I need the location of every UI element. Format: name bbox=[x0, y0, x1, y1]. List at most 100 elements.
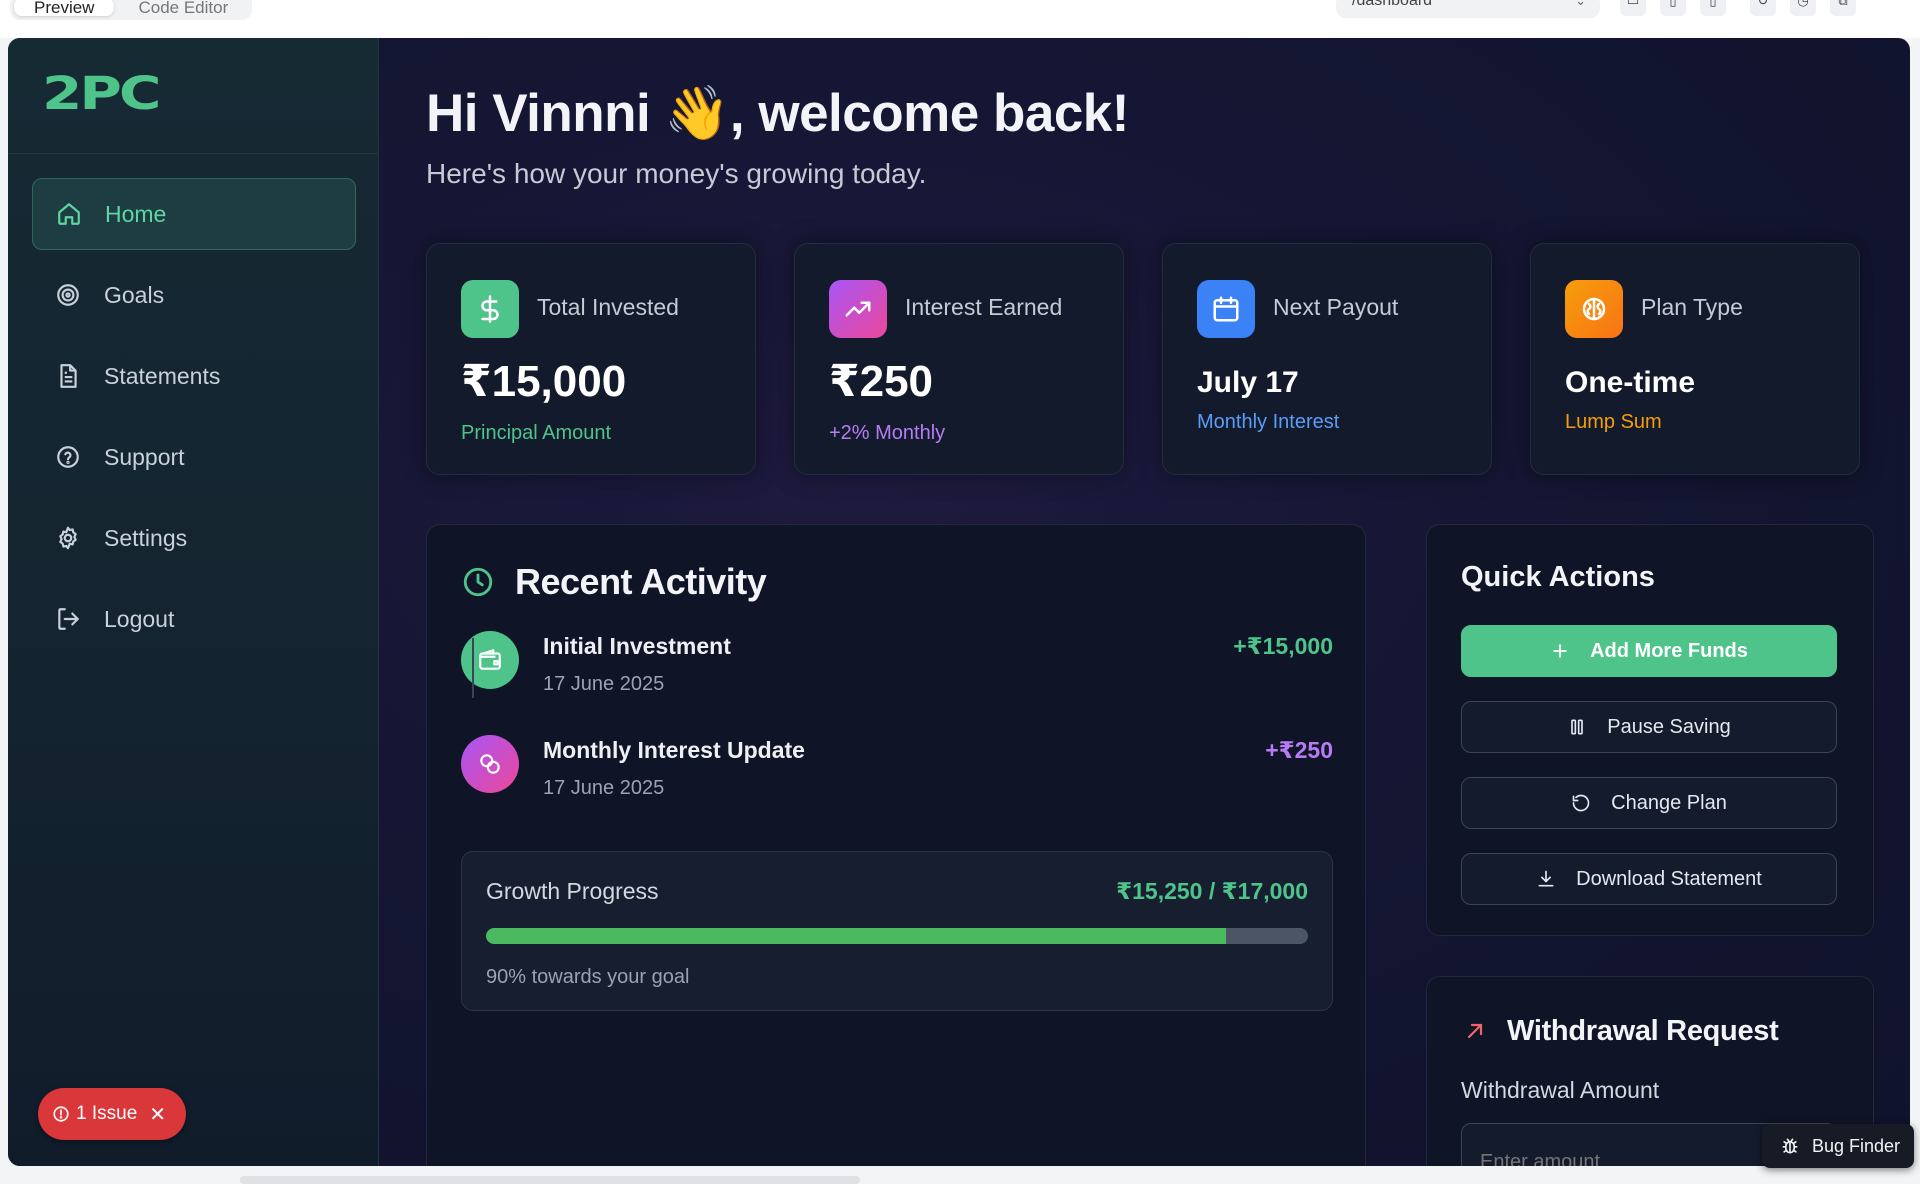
growth-value: ₹15,250 / ₹17,000 bbox=[1116, 878, 1308, 904]
stat-note: Lump Sum bbox=[1565, 411, 1662, 433]
logout-icon bbox=[54, 605, 82, 633]
sidebar-item-label: Logout bbox=[104, 605, 175, 632]
download-statement-button[interactable]: Download Statement bbox=[1461, 853, 1837, 905]
button-label: Pause Saving bbox=[1607, 715, 1731, 738]
button-label: Change Plan bbox=[1611, 791, 1727, 814]
arrow-up-right-icon bbox=[1463, 1019, 1487, 1048]
sidebar-divider bbox=[8, 153, 379, 154]
activity-date: 17 June 2025 bbox=[543, 673, 665, 695]
activity-item: Monthly Interest Update 17 June 2025 +₹2… bbox=[461, 735, 1333, 815]
activity-amount: +₹250 bbox=[1265, 737, 1333, 763]
sidebar-item-statements[interactable]: Statements bbox=[32, 340, 356, 412]
sidebar-item-label: Statements bbox=[104, 362, 221, 389]
stat-note: Monthly Interest bbox=[1197, 411, 1340, 433]
sidebar-item-settings[interactable]: Settings bbox=[32, 502, 356, 574]
horizontal-scrollbar[interactable] bbox=[240, 1176, 860, 1184]
brain-icon bbox=[1565, 280, 1623, 338]
main-content: Hi Vinnni 👋, welcome back! Here's how yo… bbox=[379, 38, 1910, 1166]
sidebar-item-label: Settings bbox=[104, 524, 188, 551]
change-plan-button[interactable]: Change Plan bbox=[1461, 777, 1837, 829]
stat-note: +2% Monthly bbox=[829, 422, 946, 444]
tab-code-editor[interactable]: Code Editor bbox=[118, 0, 248, 17]
page-title: Hi Vinnni 👋, welcome back! bbox=[426, 84, 1129, 143]
activity-name: Monthly Interest Update bbox=[543, 737, 805, 763]
sidebar-item-logout[interactable]: Logout bbox=[32, 583, 356, 655]
target-icon bbox=[54, 281, 82, 309]
mobile-view-icon[interactable]: ▯ bbox=[1700, 0, 1726, 16]
sidebar-item-label: Support bbox=[104, 443, 185, 470]
url-bar[interactable]: /dashboard ⌄ bbox=[1336, 0, 1600, 18]
refresh-icon bbox=[1571, 793, 1591, 813]
tablet-view-icon[interactable]: ▯ bbox=[1660, 0, 1686, 16]
home-icon bbox=[55, 200, 83, 228]
desktop-view-icon[interactable]: ▭ bbox=[1620, 0, 1646, 16]
sidebar-item-label: Goals bbox=[104, 281, 165, 308]
growth-note: 90% towards your goal bbox=[486, 966, 690, 988]
sidebar-item-support[interactable]: Support bbox=[32, 421, 356, 493]
activity-date: 17 June 2025 bbox=[543, 777, 665, 799]
bug-finder-button[interactable]: Bug Finder bbox=[1762, 1124, 1914, 1168]
brand-logo[interactable]: 2PC bbox=[42, 70, 161, 117]
timeline-connector bbox=[472, 638, 474, 698]
tab-preview[interactable]: Preview bbox=[14, 0, 115, 17]
stat-card-total-invested: Total Invested ₹15,000 Principal Amount bbox=[426, 243, 756, 475]
document-icon bbox=[54, 362, 82, 390]
editor-chrome: Preview Code Editor /dashboard ⌄ ▭ ▯ ▯ ↻… bbox=[0, 0, 1920, 38]
refresh-icon[interactable]: ↻ bbox=[1750, 0, 1776, 16]
issue-label: 1 Issue bbox=[76, 1103, 138, 1124]
stat-value: July 17 bbox=[1197, 366, 1299, 399]
quick-actions-card: Quick Actions Add More Funds Pause Savin… bbox=[1426, 524, 1874, 936]
sidebar-item-home[interactable]: Home bbox=[32, 178, 356, 250]
dollar-icon bbox=[461, 280, 519, 338]
pause-saving-button[interactable]: Pause Saving bbox=[1461, 701, 1837, 753]
bug-finder-label: Bug Finder bbox=[1812, 1135, 1901, 1156]
pause-icon bbox=[1567, 717, 1587, 737]
stat-card-plan-type: Plan Type One-time Lump Sum bbox=[1530, 243, 1860, 475]
wallet-icon bbox=[461, 631, 519, 689]
bug-icon bbox=[1780, 1136, 1800, 1156]
add-more-funds-button[interactable]: Add More Funds bbox=[1461, 625, 1837, 677]
stat-value: ₹15,000 bbox=[461, 357, 627, 406]
stat-label: Interest Earned bbox=[905, 294, 1063, 320]
url-text: /dashboard bbox=[1352, 0, 1433, 9]
stat-value: ₹250 bbox=[829, 357, 934, 406]
sidebar-item-goals[interactable]: Goals bbox=[32, 259, 356, 331]
recent-activity-title: Recent Activity bbox=[515, 561, 767, 602]
history-icon[interactable]: ◷ bbox=[1790, 0, 1816, 16]
stat-card-interest-earned: Interest Earned ₹250 +2% Monthly bbox=[794, 243, 1124, 475]
growth-label: Growth Progress bbox=[486, 878, 659, 904]
issue-badge[interactable]: 1 Issue ✕ bbox=[38, 1088, 186, 1140]
alert-circle-icon bbox=[52, 1105, 70, 1123]
download-icon bbox=[1536, 869, 1556, 889]
external-link-icon[interactable]: ⧉ bbox=[1830, 0, 1856, 16]
trending-up-icon bbox=[829, 280, 887, 338]
toolbar-icons: ▭ ▯ ▯ ↻ ◷ ⧉ bbox=[1620, 0, 1856, 16]
growth-progress-panel: Growth Progress ₹15,250 / ₹17,000 90% to… bbox=[461, 851, 1333, 1011]
button-label: Download Statement bbox=[1576, 867, 1762, 890]
editor-tabs: Preview Code Editor bbox=[10, 0, 253, 20]
stat-card-next-payout: Next Payout July 17 Monthly Interest bbox=[1162, 243, 1492, 475]
stat-note: Principal Amount bbox=[461, 422, 612, 444]
coins-icon bbox=[461, 735, 519, 793]
activity-name: Initial Investment bbox=[543, 633, 731, 659]
quick-actions-title: Quick Actions bbox=[1461, 561, 1655, 593]
gear-icon bbox=[54, 524, 82, 552]
clock-icon bbox=[461, 565, 495, 604]
plus-icon bbox=[1550, 641, 1570, 661]
withdrawal-title: Withdrawal Request bbox=[1507, 1015, 1779, 1047]
button-label: Add More Funds bbox=[1590, 639, 1748, 662]
withdrawal-amount-label: Withdrawal Amount bbox=[1461, 1077, 1660, 1103]
close-icon[interactable]: ✕ bbox=[149, 1102, 166, 1127]
activity-item: Initial Investment 17 June 2025 +₹15,000 bbox=[461, 631, 1333, 711]
sidebar-item-label: Home bbox=[105, 200, 167, 227]
stat-label: Plan Type bbox=[1641, 294, 1743, 320]
calendar-icon bbox=[1197, 280, 1255, 338]
sidebar-nav: Home Goals Statements Support Settings L… bbox=[32, 178, 356, 664]
growth-progress-bar bbox=[486, 928, 1308, 944]
growth-progress-fill bbox=[486, 928, 1226, 944]
chevron-down-icon: ⌄ bbox=[1575, 0, 1586, 8]
recent-activity-card: Recent Activity Initial Investment 17 Ju… bbox=[426, 524, 1366, 1166]
stat-value: One-time bbox=[1565, 366, 1696, 399]
stat-label: Total Invested bbox=[537, 294, 679, 320]
activity-amount: +₹15,000 bbox=[1233, 633, 1333, 659]
